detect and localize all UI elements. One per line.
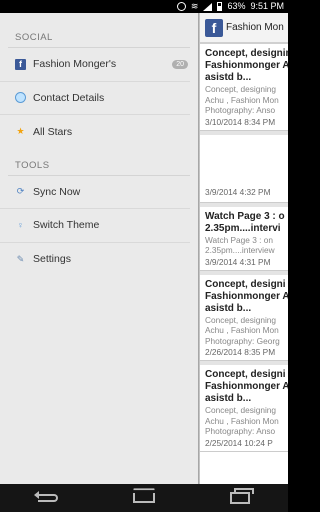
drawer-item-label: Settings bbox=[33, 253, 71, 266]
count-badge: 20 bbox=[172, 59, 188, 69]
feed-item-time: 2/26/2014 8:35 PM bbox=[205, 347, 276, 357]
status-bar: ≋ 63% 9:51 PM bbox=[0, 0, 288, 13]
sync-icon: ⟳ bbox=[16, 186, 25, 197]
wrench-icon: ✎ bbox=[16, 253, 25, 264]
feed-item-time: 3/10/2014 8:34 PM bbox=[205, 116, 276, 127]
alarm-icon bbox=[176, 2, 186, 11]
feed-item-title: asistd b... bbox=[205, 393, 252, 404]
feed-item[interactable]: Watch Page 3 : o 2.35pm....intervi Watch… bbox=[200, 202, 288, 271]
feed-item-title: asistd b... bbox=[205, 72, 252, 83]
feed-item-body: Achu , Fashion Mon bbox=[205, 415, 279, 426]
feed-item-body: Concept, designing bbox=[205, 405, 277, 415]
battery-percent: 63% bbox=[227, 1, 246, 11]
recents-icon bbox=[230, 488, 254, 504]
star-icon: ★ bbox=[16, 126, 25, 137]
feed-item-body: Concept, designing bbox=[205, 84, 277, 94]
battery-icon bbox=[217, 2, 223, 11]
feed-item-title: Fashionmonger A bbox=[205, 290, 288, 302]
back-icon bbox=[34, 491, 58, 502]
recents-button[interactable] bbox=[225, 488, 255, 508]
feed-item-title: Concept, designi bbox=[205, 278, 286, 290]
feed-item[interactable]: Concept, designi Fashionmonger A asistd … bbox=[200, 361, 288, 452]
feed-item-body: 2.35pm....interview bbox=[205, 245, 275, 255]
feed-item[interactable]: Concept, designin Fashionmonger A asistd… bbox=[200, 44, 288, 131]
screen: ≋ 63% 9:51 PM SOCIAL f Fashion Monger's … bbox=[0, 0, 288, 512]
globe-icon bbox=[15, 92, 26, 104]
feed-item-title: Fashionmonger A bbox=[205, 381, 288, 392]
drawer-item-all-stars[interactable]: ★ All Stars bbox=[0, 115, 190, 149]
main-content: f Fashion Mon Concept, designin Fashionm… bbox=[200, 13, 288, 484]
signal-icon bbox=[203, 2, 213, 11]
drawer-item-sync-now[interactable]: ⟳ Sync Now bbox=[0, 176, 190, 209]
app-title: Fashion Mon bbox=[226, 22, 284, 33]
feed-item-title: Concept, designi bbox=[205, 369, 286, 380]
back-button[interactable] bbox=[33, 488, 63, 508]
feed-item-body: Achu , Fashion Mon bbox=[205, 94, 279, 105]
facebook-app-icon[interactable]: f bbox=[205, 18, 223, 37]
feed-item-title: Fashionmonger A bbox=[205, 60, 288, 71]
drawer-item-label: Switch Theme bbox=[33, 219, 100, 232]
section-header-social: SOCIAL bbox=[15, 32, 53, 43]
section-header-tools: TOOLS bbox=[15, 159, 50, 171]
wifi-icon: ≋ bbox=[190, 1, 199, 11]
feed-item-title: Watch Page 3 : o bbox=[205, 210, 285, 222]
feed-item-body: Photography: Anso bbox=[205, 426, 276, 436]
drawer-item-label: Fashion Monger's bbox=[33, 58, 117, 71]
feed-item-body: Photography: Anso bbox=[205, 105, 276, 115]
drawer-item-label: All Stars bbox=[33, 125, 73, 138]
feed-item-body: Watch Page 3 : on bbox=[205, 234, 273, 245]
clock: 9:51 PM bbox=[250, 1, 284, 11]
facebook-icon: f bbox=[15, 58, 26, 70]
drawer-item-fashion-mongers[interactable]: f Fashion Monger's 20 bbox=[0, 48, 190, 82]
navigation-drawer: SOCIAL f Fashion Monger's 20 Contact Det… bbox=[0, 13, 198, 484]
feed-item[interactable]: Concept, designi Fashionmonger A asistd … bbox=[200, 270, 288, 361]
drawer-item-switch-theme[interactable]: ♀ Switch Theme bbox=[0, 209, 190, 243]
drawer-item-label: Sync Now bbox=[33, 185, 81, 198]
feed-item-title: asistd b... bbox=[205, 302, 252, 314]
feed-item-time: 3/9/2014 4:32 PM bbox=[205, 186, 271, 197]
system-nav-bar bbox=[0, 484, 288, 512]
drawer-item-settings[interactable]: ✎ Settings bbox=[0, 243, 190, 277]
feed-item-time: 3/9/2014 4:31 PM bbox=[205, 256, 271, 267]
drawer-item-label: Contact Details bbox=[33, 91, 105, 104]
action-bar[interactable]: f Fashion Mon bbox=[200, 13, 288, 44]
home-button[interactable] bbox=[129, 488, 159, 508]
feed-item[interactable]: 3/9/2014 4:32 PM bbox=[200, 130, 288, 203]
drawer-item-contact-details[interactable]: Contact Details bbox=[0, 82, 190, 115]
home-icon bbox=[133, 493, 155, 503]
feed-item-body: Photography: Georg bbox=[205, 335, 280, 346]
feed-item-time: 2/25/2014 10:24 P bbox=[205, 437, 273, 448]
feed-item-title: 2.35pm....intervi bbox=[205, 222, 281, 234]
feed-item-body: Concept, designing bbox=[205, 314, 277, 325]
feed-item-title: Concept, designin bbox=[205, 48, 288, 59]
feed-item-body: Achu , Fashion Mon bbox=[205, 325, 279, 335]
bulb-icon: ♀ bbox=[17, 220, 24, 231]
